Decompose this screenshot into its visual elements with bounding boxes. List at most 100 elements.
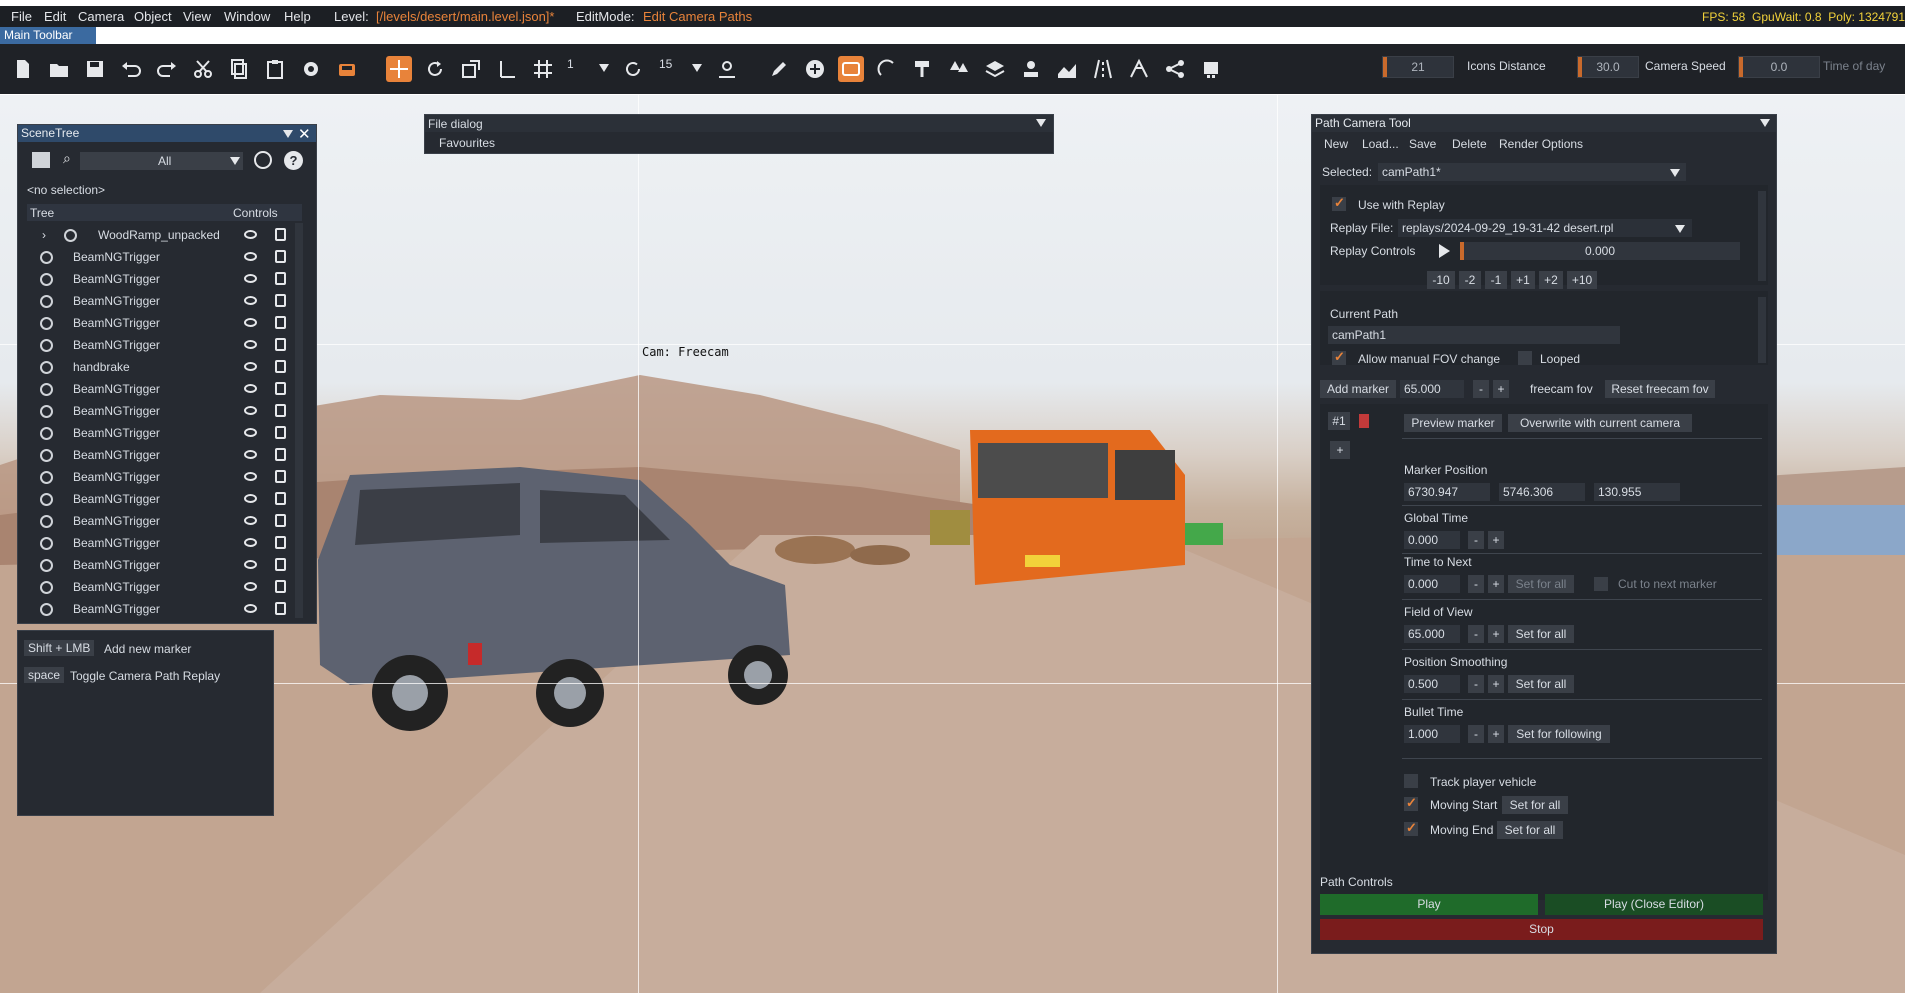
- fov-decrement-button[interactable]: -: [1473, 380, 1489, 398]
- marker-position-x-input[interactable]: 6730.947: [1404, 483, 1490, 501]
- redo-icon[interactable]: [154, 56, 180, 82]
- tree-row[interactable]: BeamNGTrigger: [28, 271, 286, 289]
- mesh-road-icon[interactable]: [1126, 56, 1152, 82]
- menu-save[interactable]: Save: [1409, 137, 1436, 151]
- lock-icon[interactable]: [275, 250, 286, 263]
- replay-position-slider[interactable]: 0.000: [1460, 242, 1740, 260]
- visibility-eye-icon[interactable]: [244, 582, 257, 591]
- menu-edit[interactable]: Edit: [44, 9, 66, 24]
- visibility-eye-icon[interactable]: [244, 296, 257, 305]
- fov-set-for-all-button[interactable]: Set for all: [1508, 625, 1574, 643]
- vehicle-icon[interactable]: [334, 56, 360, 82]
- rotation-snap-value[interactable]: 15: [659, 57, 672, 71]
- collapse-panel-icon[interactable]: [1760, 119, 1770, 127]
- lock-icon[interactable]: [275, 514, 286, 527]
- lock-icon[interactable]: [275, 228, 286, 241]
- cut-to-next-checkbox[interactable]: [1594, 577, 1608, 591]
- track-player-checkbox[interactable]: [1404, 774, 1418, 788]
- tree-row[interactable]: BeamNGTrigger: [28, 447, 286, 465]
- menu-delete[interactable]: Delete: [1452, 137, 1487, 151]
- stop-button[interactable]: Stop: [1320, 919, 1763, 940]
- visibility-eye-icon[interactable]: [244, 428, 257, 437]
- lock-icon[interactable]: [275, 338, 286, 351]
- tree-row[interactable]: BeamNGTrigger: [28, 469, 286, 487]
- visibility-eye-icon[interactable]: [244, 406, 257, 415]
- grid-snap-icon[interactable]: [530, 56, 556, 82]
- visibility-eye-icon[interactable]: [244, 252, 257, 261]
- time-to-next-input[interactable]: 0.000: [1404, 575, 1460, 593]
- camera-path-icon[interactable]: [838, 56, 864, 82]
- step-minus-2-button[interactable]: -2: [1459, 271, 1481, 289]
- tree-row[interactable]: BeamNGTrigger: [28, 513, 286, 531]
- copy-icon[interactable]: [226, 56, 252, 82]
- visibility-eye-icon[interactable]: [244, 362, 257, 371]
- marker-position-y-input[interactable]: 5746.306: [1499, 483, 1585, 501]
- moving-start-checkbox[interactable]: [1404, 795, 1418, 811]
- lock-icon[interactable]: [275, 382, 286, 395]
- visibility-eye-icon[interactable]: [244, 318, 257, 327]
- ai-navigation-icon[interactable]: [1018, 56, 1044, 82]
- rotate-gizmo-icon[interactable]: [422, 56, 448, 82]
- visibility-eye-icon[interactable]: [244, 450, 257, 459]
- lock-icon[interactable]: [275, 316, 286, 329]
- visibility-eye-icon[interactable]: [244, 230, 257, 239]
- tree-row[interactable]: BeamNGTrigger: [28, 249, 286, 267]
- forest-icon[interactable]: [946, 56, 972, 82]
- align-icon[interactable]: [494, 56, 520, 82]
- close-icon[interactable]: ✕: [298, 125, 311, 143]
- global-time-decrement[interactable]: -: [1468, 531, 1484, 549]
- scrollbar[interactable]: [295, 223, 303, 618]
- visibility-eye-icon[interactable]: [244, 494, 257, 503]
- moving-end-checkbox[interactable]: [1404, 820, 1418, 836]
- tree-row[interactable]: BeamNGTrigger: [28, 601, 286, 619]
- current-path-input[interactable]: camPath1: [1328, 326, 1620, 344]
- visibility-eye-icon[interactable]: [244, 516, 257, 525]
- chevron-down-icon[interactable]: [692, 64, 702, 72]
- lock-icon[interactable]: [275, 536, 286, 549]
- favourites-item[interactable]: Favourites: [439, 136, 495, 150]
- save-icon[interactable]: [82, 56, 108, 82]
- step-plus-10-button[interactable]: +10: [1567, 271, 1597, 289]
- lock-icon[interactable]: [275, 272, 286, 285]
- road-icon[interactable]: [1090, 56, 1116, 82]
- visibility-eye-icon[interactable]: [244, 538, 257, 547]
- chevron-down-icon[interactable]: [230, 157, 240, 165]
- settings-gear-icon[interactable]: [298, 56, 324, 82]
- lock-icon[interactable]: [275, 492, 286, 505]
- tree-row[interactable]: BeamNGTrigger: [28, 579, 286, 597]
- undo-icon[interactable]: [118, 56, 144, 82]
- preview-marker-button[interactable]: Preview marker: [1404, 414, 1502, 432]
- lock-icon[interactable]: [275, 580, 286, 593]
- grid-snap-value[interactable]: 1: [567, 57, 574, 71]
- broadcast-icon[interactable]: [254, 151, 272, 169]
- add-object-icon[interactable]: [802, 56, 828, 82]
- paste-icon[interactable]: [262, 56, 288, 82]
- moving-start-set-for-all-button[interactable]: Set for all: [1502, 796, 1568, 814]
- play-close-editor-button[interactable]: Play (Close Editor): [1545, 894, 1763, 915]
- tree-row[interactable]: BeamNGTrigger: [28, 381, 286, 399]
- tree-row[interactable]: BeamNGTrigger: [28, 337, 286, 355]
- cut-icon[interactable]: [190, 56, 216, 82]
- flowgraph-icon[interactable]: [1198, 56, 1224, 82]
- step-plus-2-button[interactable]: +2: [1539, 271, 1563, 289]
- decal-icon[interactable]: [874, 56, 900, 82]
- lock-icon[interactable]: [275, 294, 286, 307]
- chevron-down-icon[interactable]: [599, 64, 609, 72]
- tree-row[interactable]: BeamNGTrigger: [28, 315, 286, 333]
- fov-marker-increment[interactable]: +: [1488, 625, 1504, 643]
- visibility-eye-icon[interactable]: [244, 560, 257, 569]
- lock-icon[interactable]: [275, 470, 286, 483]
- menu-object[interactable]: Object: [134, 9, 172, 24]
- visibility-eye-icon[interactable]: [244, 604, 257, 613]
- delete-marker-icon[interactable]: [1359, 414, 1369, 428]
- pencil-icon[interactable]: [766, 56, 792, 82]
- terrain-paint-icon[interactable]: [1054, 56, 1080, 82]
- lock-icon[interactable]: [275, 360, 286, 373]
- scrollbar[interactable]: [1758, 297, 1766, 363]
- bullet-time-increment[interactable]: +: [1488, 725, 1504, 743]
- bullet-time-input[interactable]: 1.000: [1404, 725, 1460, 743]
- play-button[interactable]: Play: [1320, 894, 1538, 915]
- lock-icon[interactable]: [275, 448, 286, 461]
- selected-path-select[interactable]: camPath1*: [1378, 163, 1686, 181]
- new-file-icon[interactable]: [10, 56, 36, 82]
